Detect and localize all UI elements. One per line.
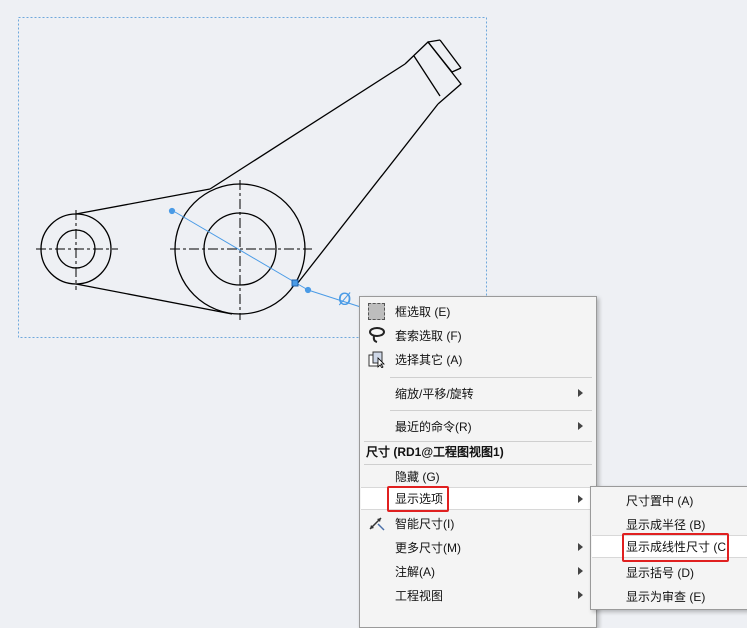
- submenu-arrow-icon: [578, 389, 583, 397]
- select-other-icon: [368, 351, 385, 368]
- menu-item-display-options[interactable]: 显示选项: [361, 487, 595, 510]
- submenu-item-show-as-radius[interactable]: 显示成半径 (B): [592, 513, 747, 536]
- drawing-view-boundary[interactable]: [18, 17, 487, 338]
- dimension-handle[interactable]: [304, 286, 312, 294]
- center-lines: [36, 180, 312, 320]
- menu-item-hide[interactable]: 隐藏 (G): [361, 465, 595, 488]
- menu-item-lasso-select[interactable]: 套索选取 (F): [361, 324, 595, 347]
- submenu-item-show-parentheses[interactable]: 显示括号 (D): [592, 561, 747, 584]
- submenu-arrow-icon: [578, 591, 583, 599]
- smart-dimension-icon: [369, 517, 385, 531]
- dimension-grip[interactable]: [291, 279, 299, 287]
- box-select-icon: [368, 303, 385, 320]
- submenu-item-show-as-linear[interactable]: 显示成线性尺寸 (C: [592, 535, 747, 558]
- part-outline: [40, 39, 462, 315]
- submenu-arrow-icon: [578, 543, 583, 551]
- context-menu: 框选取 (E) 套索选取 (F) 选择其它 (A) 缩放/平移/旋转 最近的命令…: [359, 296, 597, 628]
- lasso-icon: [369, 327, 385, 343]
- menu-item-zoom-pan-rotate[interactable]: 缩放/平移/旋转: [361, 382, 595, 405]
- menu-item-box-select[interactable]: 框选取 (E): [361, 300, 595, 323]
- menu-section-header: 尺寸 (RD1@工程图视图1): [366, 445, 504, 459]
- menu-item-more-dimensions[interactable]: 更多尺寸(M): [361, 536, 595, 559]
- menu-separator: [390, 410, 592, 411]
- submenu-arrow-icon: [578, 567, 583, 575]
- menu-item-annotations[interactable]: 注解(A): [361, 560, 595, 583]
- submenu-arrow-icon: [578, 495, 583, 503]
- submenu-item-center-dimension[interactable]: 尺寸置中 (A): [592, 489, 747, 512]
- display-options-submenu: 尺寸置中 (A) 显示成半径 (B) 显示成线性尺寸 (C 显示括号 (D) 显…: [590, 486, 747, 610]
- menu-item-smart-dimension[interactable]: 智能尺寸(I): [361, 512, 595, 535]
- menu-item-recent-commands[interactable]: 最近的命令(R): [361, 415, 595, 438]
- menu-item-select-other[interactable]: 选择其它 (A): [361, 348, 595, 371]
- menu-item-drawing-views[interactable]: 工程视图: [361, 584, 595, 607]
- dimension-handle[interactable]: [168, 207, 176, 215]
- submenu-arrow-icon: [578, 422, 583, 430]
- dimension-symbol[interactable]: Ø: [338, 290, 351, 310]
- menu-separator: [390, 377, 592, 378]
- submenu-item-show-as-inspection[interactable]: 显示为审查 (E): [592, 585, 747, 608]
